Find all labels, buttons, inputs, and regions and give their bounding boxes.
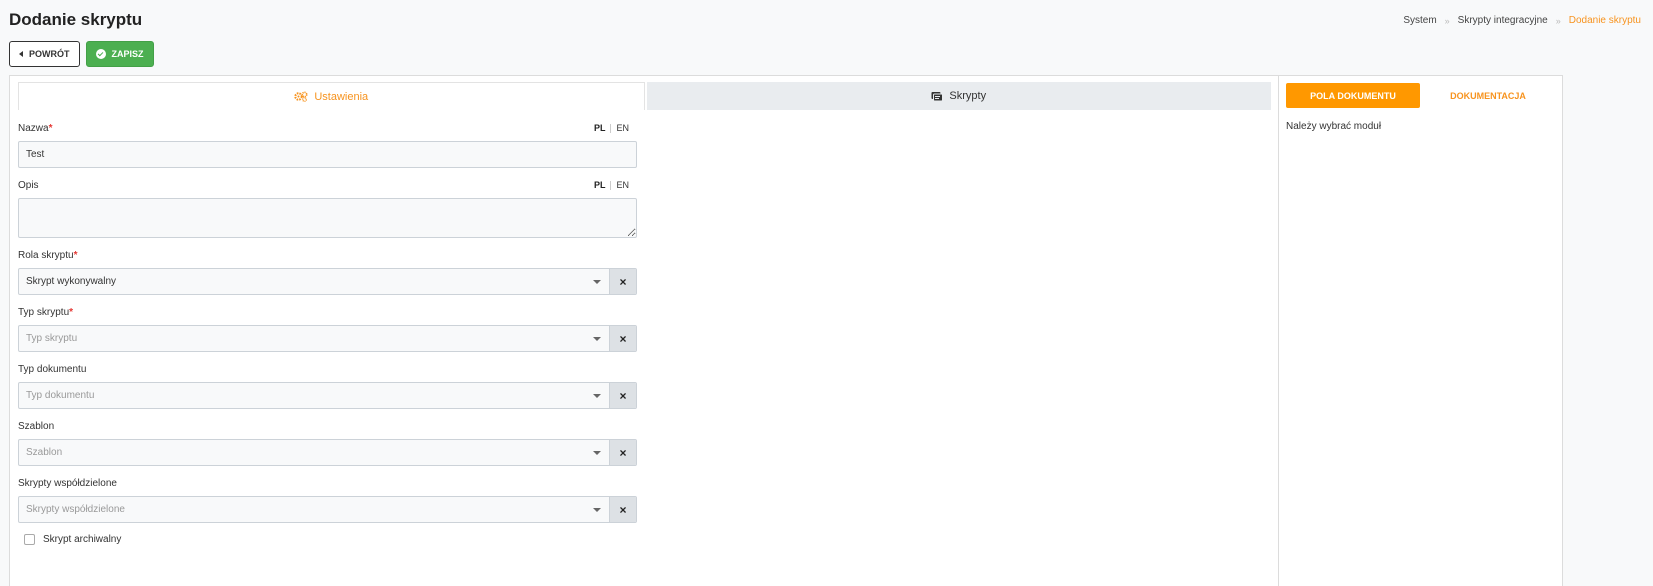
document-type-label: Typ dokumentu — [18, 364, 87, 375]
required-marker: * — [73, 250, 78, 261]
lang-divider — [610, 180, 612, 190]
name-input[interactable] — [18, 141, 637, 168]
role-label: Rola skryptu* — [18, 250, 78, 261]
template-select: Szablon × — [18, 439, 637, 466]
breadcrumb: System » Skrypty integracyjne » Dodanie … — [1403, 15, 1641, 26]
check-circle-icon — [95, 49, 106, 59]
clear-icon[interactable]: × — [609, 383, 636, 408]
clear-icon[interactable]: × — [609, 269, 636, 294]
gears-icon — [294, 91, 308, 102]
script-type-select: Typ skryptu × — [18, 325, 637, 352]
select-module-note: Należy wybrać moduł — [1286, 121, 1382, 132]
language-switch: PL EN — [594, 180, 629, 190]
description-textarea[interactable] — [18, 198, 637, 238]
template-label: Szablon — [18, 421, 55, 432]
shared-scripts-select-value[interactable]: Skrypty współdzielone — [19, 497, 609, 522]
document-type-select: Typ dokumentu × — [18, 382, 637, 409]
required-marker: * — [48, 123, 53, 134]
tab-settings-label: Ustawienia — [314, 90, 369, 103]
chevron-down-icon — [593, 394, 601, 398]
documentation-button[interactable]: DOKUMENTACJA — [1429, 83, 1547, 108]
shared-scripts-field: Skrypty współdzielone Skrypty współdziel… — [18, 478, 637, 523]
script-type-label: Typ skryptu* — [18, 307, 74, 318]
name-label: Nazwa* — [18, 123, 53, 134]
role-field: Rola skryptu* Skrypt wykonywalny × — [18, 250, 637, 295]
lang-en[interactable]: EN — [616, 123, 629, 133]
tabs: Ustawienia Skrypty — [18, 82, 1271, 110]
required-marker: * — [69, 307, 74, 318]
breadcrumb-separator-icon: » — [1555, 15, 1561, 26]
lang-divider — [610, 123, 612, 133]
document-type-select-value[interactable]: Typ dokumentu — [19, 383, 609, 408]
description-field: Opis PL EN — [18, 180, 637, 241]
lang-pl[interactable]: PL — [594, 123, 606, 133]
chevron-down-icon — [593, 451, 601, 455]
template-select-value[interactable]: Szablon — [19, 440, 609, 465]
script-type-field: Typ skryptu* Typ skryptu × — [18, 307, 637, 352]
tab-scripts-label: Skrypty — [949, 90, 987, 102]
page-title: Dodanie skryptu — [9, 10, 143, 29]
script-type-select-value[interactable]: Typ skryptu — [19, 326, 609, 351]
language-switch: PL EN — [594, 123, 629, 133]
role-select: Skrypt wykonywalny × — [18, 268, 637, 295]
clear-icon[interactable]: × — [609, 440, 636, 465]
back-button-label: POWRÓT — [29, 49, 70, 59]
template-field: Szablon Szablon × — [18, 421, 637, 466]
chevron-down-icon — [593, 508, 601, 512]
lang-en[interactable]: EN — [616, 180, 629, 190]
chevron-down-icon — [593, 337, 601, 341]
role-select-value[interactable]: Skrypt wykonywalny — [19, 269, 609, 294]
breadcrumb-system[interactable]: System — [1403, 15, 1436, 26]
name-field: Nazwa* PL EN — [18, 123, 637, 168]
shared-scripts-select: Skrypty współdzielone × — [18, 496, 637, 523]
settings-panel: Ustawienia Skrypty Nazwa* PL EN Opis PL … — [9, 75, 1279, 586]
back-button[interactable]: POWRÓT — [9, 41, 80, 67]
archive-checkbox-label: Skrypt archiwalny — [43, 534, 122, 545]
script-icon — [931, 91, 944, 101]
breadcrumb-current: Dodanie skryptu — [1568, 15, 1641, 26]
clear-icon[interactable]: × — [609, 497, 636, 522]
lang-pl[interactable]: PL — [594, 180, 606, 190]
description-label: Opis — [18, 180, 39, 191]
archive-checkbox-row[interactable]: Skrypt archiwalny — [24, 534, 121, 545]
document-fields-panel: POLA DOKUMENTU DOKUMENTACJA Należy wybra… — [1278, 75, 1563, 586]
tab-settings[interactable]: Ustawienia — [18, 82, 645, 110]
tab-scripts[interactable]: Skrypty — [646, 82, 1271, 110]
document-fields-button[interactable]: POLA DOKUMENTU — [1286, 83, 1420, 108]
archive-checkbox[interactable] — [24, 534, 35, 545]
chevron-down-icon — [593, 280, 601, 284]
toolbar: POWRÓT ZAPISZ — [9, 41, 154, 67]
save-button[interactable]: ZAPISZ — [85, 41, 154, 67]
shared-scripts-label: Skrypty współdzielone — [18, 478, 117, 489]
document-type-field: Typ dokumentu Typ dokumentu × — [18, 364, 637, 409]
caret-left-icon — [19, 51, 23, 57]
breadcrumb-separator-icon: » — [1444, 15, 1450, 26]
breadcrumb-integration-scripts[interactable]: Skrypty integracyjne — [1458, 15, 1548, 26]
save-button-label: ZAPISZ — [111, 49, 144, 59]
clear-icon[interactable]: × — [609, 326, 636, 351]
